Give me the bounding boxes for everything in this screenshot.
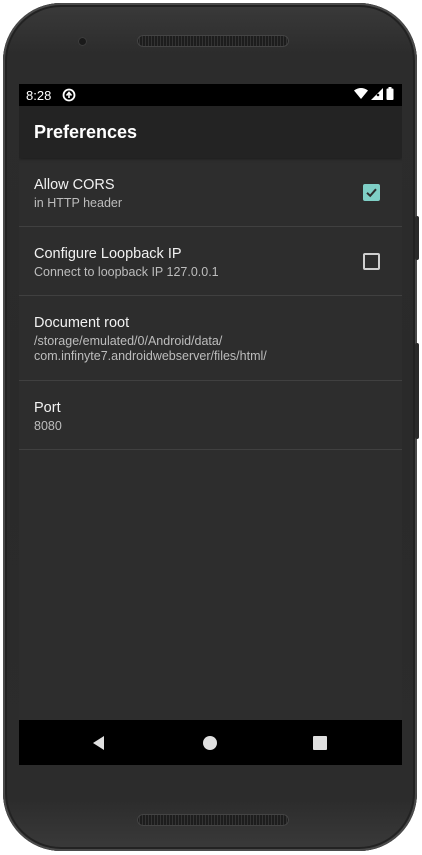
app-bar: Preferences (19, 106, 402, 158)
allow-cors-checkbox[interactable] (363, 184, 380, 201)
home-icon[interactable] (201, 734, 219, 752)
loopback-ip-checkbox[interactable] (363, 253, 380, 270)
pref-allow-cors[interactable]: Allow CORS in HTTP header (19, 158, 402, 227)
pref-summary: in HTTP header (34, 196, 123, 210)
pref-port[interactable]: Port 8080 (19, 381, 402, 450)
battery-icon (386, 87, 394, 103)
wifi-icon (354, 87, 368, 103)
pref-summary: Connect to loopback IP 127.0.0.1 (34, 265, 219, 279)
status-icons (354, 87, 394, 103)
earpiece-speaker (137, 35, 289, 47)
navigation-bar (19, 720, 402, 765)
page-title: Preferences (34, 122, 138, 142)
screen: 8:28 Preferences Allow CORS in HTTP head… (19, 84, 402, 765)
cell-signal-icon (371, 87, 383, 103)
pref-title: Allow CORS (34, 177, 115, 193)
status-bar: 8:28 (19, 84, 402, 106)
preference-list: Allow CORS in HTTP header Configure Loop… (19, 158, 402, 450)
pref-title: Configure Loopback IP (34, 246, 182, 262)
pref-configure-loopback-ip[interactable]: Configure Loopback IP Connect to loopbac… (19, 227, 402, 296)
volume-button (415, 343, 419, 439)
check-icon (366, 188, 377, 198)
pref-summary-line: com.infinyte7.androidwebserver/files/htm… (34, 349, 267, 363)
back-icon[interactable] (90, 734, 108, 752)
sync-circle-icon (62, 88, 76, 102)
pref-summary: 8080 (34, 419, 62, 433)
front-camera-icon (78, 37, 87, 46)
status-time: 8:28 (26, 88, 52, 103)
power-button (415, 216, 419, 260)
recents-icon[interactable] (311, 734, 329, 752)
pref-summary-line: /storage/emulated/0/Android/data/ (34, 334, 223, 348)
pref-title: Document root (34, 315, 130, 331)
pref-document-root[interactable]: Document root /storage/emulated/0/Androi… (19, 296, 402, 381)
bottom-speaker (137, 814, 289, 826)
pref-title: Port (34, 400, 61, 416)
